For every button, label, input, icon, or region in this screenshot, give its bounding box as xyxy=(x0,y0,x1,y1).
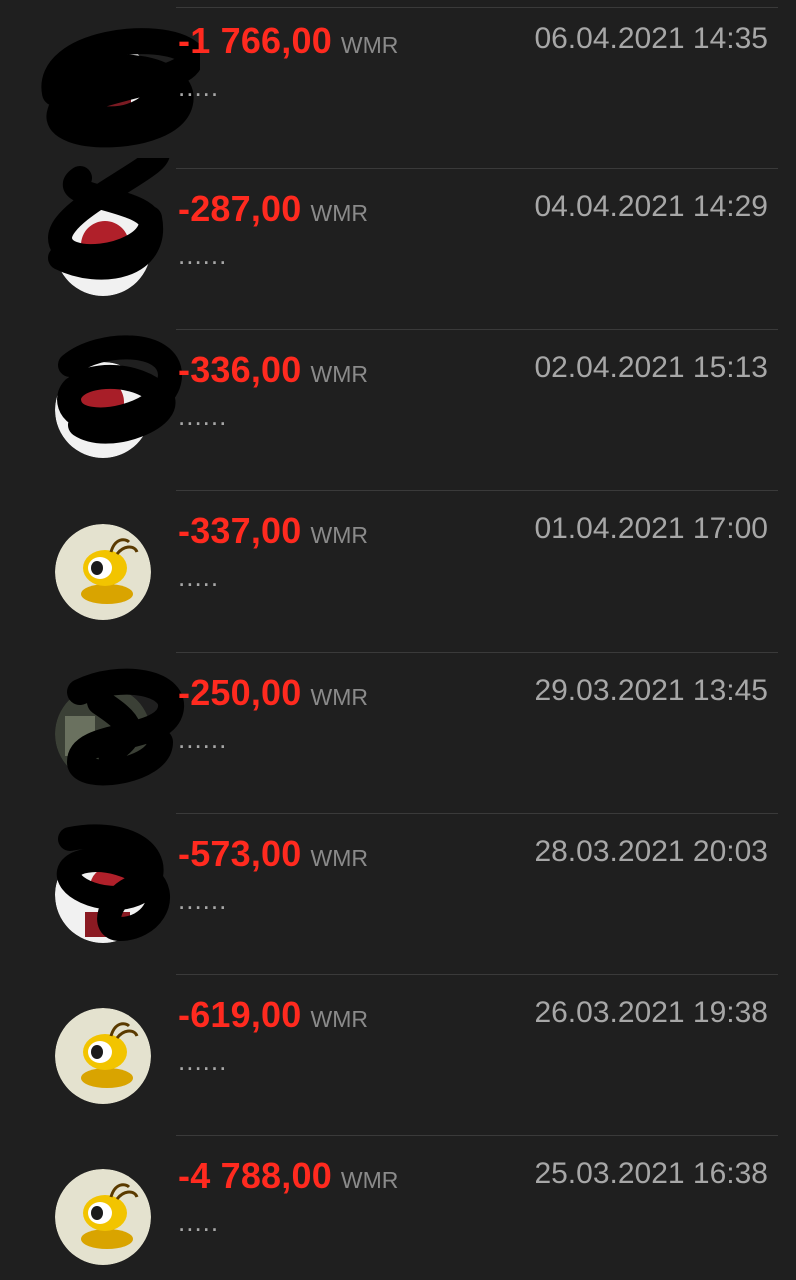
transaction-datetime: 01.04.2021 17:00 xyxy=(534,512,768,545)
redaction-scribble xyxy=(47,158,170,280)
currency: WMR xyxy=(310,200,368,226)
transaction-row[interactable]: -619,00 WMR 26.03.2021 19:38 ...... xyxy=(0,974,796,1135)
transaction-row[interactable]: -287,00 WMR 04.04.2021 14:29 ...... xyxy=(0,158,796,329)
transaction-description: ..... xyxy=(178,72,220,102)
transaction-description: ...... xyxy=(178,1046,228,1076)
amount-line: -619,00 WMR xyxy=(178,994,368,1036)
transaction-row[interactable]: -4 788,00 WMR 25.03.2021 16:38 ..... xyxy=(0,1135,796,1280)
transaction-datetime: 28.03.2021 20:03 xyxy=(534,835,768,868)
amount: -287,00 xyxy=(178,188,302,229)
row-separator xyxy=(176,168,778,169)
redaction-scribble xyxy=(66,668,184,786)
currency: WMR xyxy=(310,845,368,871)
currency: WMR xyxy=(340,1167,399,1193)
transaction-description: ..... xyxy=(178,1207,220,1237)
row-separator xyxy=(176,1135,778,1136)
amount: -573,00 xyxy=(178,833,302,874)
amount: -1 766,00 xyxy=(178,20,332,61)
row-separator xyxy=(176,490,778,491)
row-separator xyxy=(176,813,778,814)
amount: -336,00 xyxy=(178,349,302,390)
amount-line: -1 766,00 WMR xyxy=(178,20,398,62)
redaction-scribble xyxy=(57,824,170,942)
amount-line: -250,00 WMR xyxy=(178,672,368,714)
webmoney-ant-icon xyxy=(55,1169,151,1265)
redaction-scribble xyxy=(57,335,183,444)
amount: -250,00 xyxy=(178,672,302,713)
transaction-datetime: 06.04.2021 14:35 xyxy=(534,22,768,55)
amount: -4 788,00 xyxy=(178,1155,332,1196)
currency: WMR xyxy=(340,32,399,58)
transaction-datetime: 02.04.2021 15:13 xyxy=(534,351,768,384)
transaction-row[interactable]: -573,00 WMR 28.03.2021 20:03 ...... xyxy=(0,813,796,974)
webmoney-ant-icon xyxy=(55,1008,151,1104)
currency: WMR xyxy=(310,361,368,387)
currency: WMR xyxy=(310,1006,368,1032)
transaction-datetime: 29.03.2021 13:45 xyxy=(534,674,768,707)
transaction-description: ...... xyxy=(178,240,228,270)
webmoney-ant-icon xyxy=(55,524,151,620)
currency: WMR xyxy=(310,522,368,548)
transaction-datetime: 25.03.2021 16:38 xyxy=(534,1157,768,1190)
transaction-row[interactable]: -250,00 WMR 29.03.2021 13:45 ...... xyxy=(0,652,796,813)
transaction-row[interactable]: -1 766,00 WMR 06.04.2021 14:35 ..... xyxy=(0,0,796,148)
row-separator xyxy=(176,974,778,975)
amount-line: -337,00 WMR xyxy=(178,510,368,552)
amount-line: -287,00 WMR xyxy=(178,188,368,230)
row-separator xyxy=(176,7,778,8)
amount-line: -573,00 WMR xyxy=(178,833,368,875)
transaction-description: ...... xyxy=(178,885,228,915)
transaction-description: ..... xyxy=(178,562,220,592)
amount: -619,00 xyxy=(178,994,302,1035)
transaction-datetime: 04.04.2021 14:29 xyxy=(534,190,768,223)
currency: WMR xyxy=(310,684,368,710)
transaction-datetime: 26.03.2021 19:38 xyxy=(534,996,768,1029)
transaction-row[interactable]: -337,00 WMR 01.04.2021 17:00 ..... xyxy=(0,490,796,651)
transaction-list: -1 766,00 WMR 06.04.2021 14:35 ..... -287… xyxy=(0,0,796,1280)
transaction-description: ...... xyxy=(178,401,228,431)
row-separator xyxy=(176,652,778,653)
transaction-row[interactable]: -336,00 WMR 02.04.2021 15:13 ...... xyxy=(0,329,796,490)
amount: -337,00 xyxy=(178,510,302,551)
redaction-scribble xyxy=(41,28,200,148)
row-separator xyxy=(176,329,778,330)
amount-line: -4 788,00 WMR xyxy=(178,1155,398,1197)
transaction-description: ...... xyxy=(178,724,228,754)
amount-line: -336,00 WMR xyxy=(178,349,368,391)
